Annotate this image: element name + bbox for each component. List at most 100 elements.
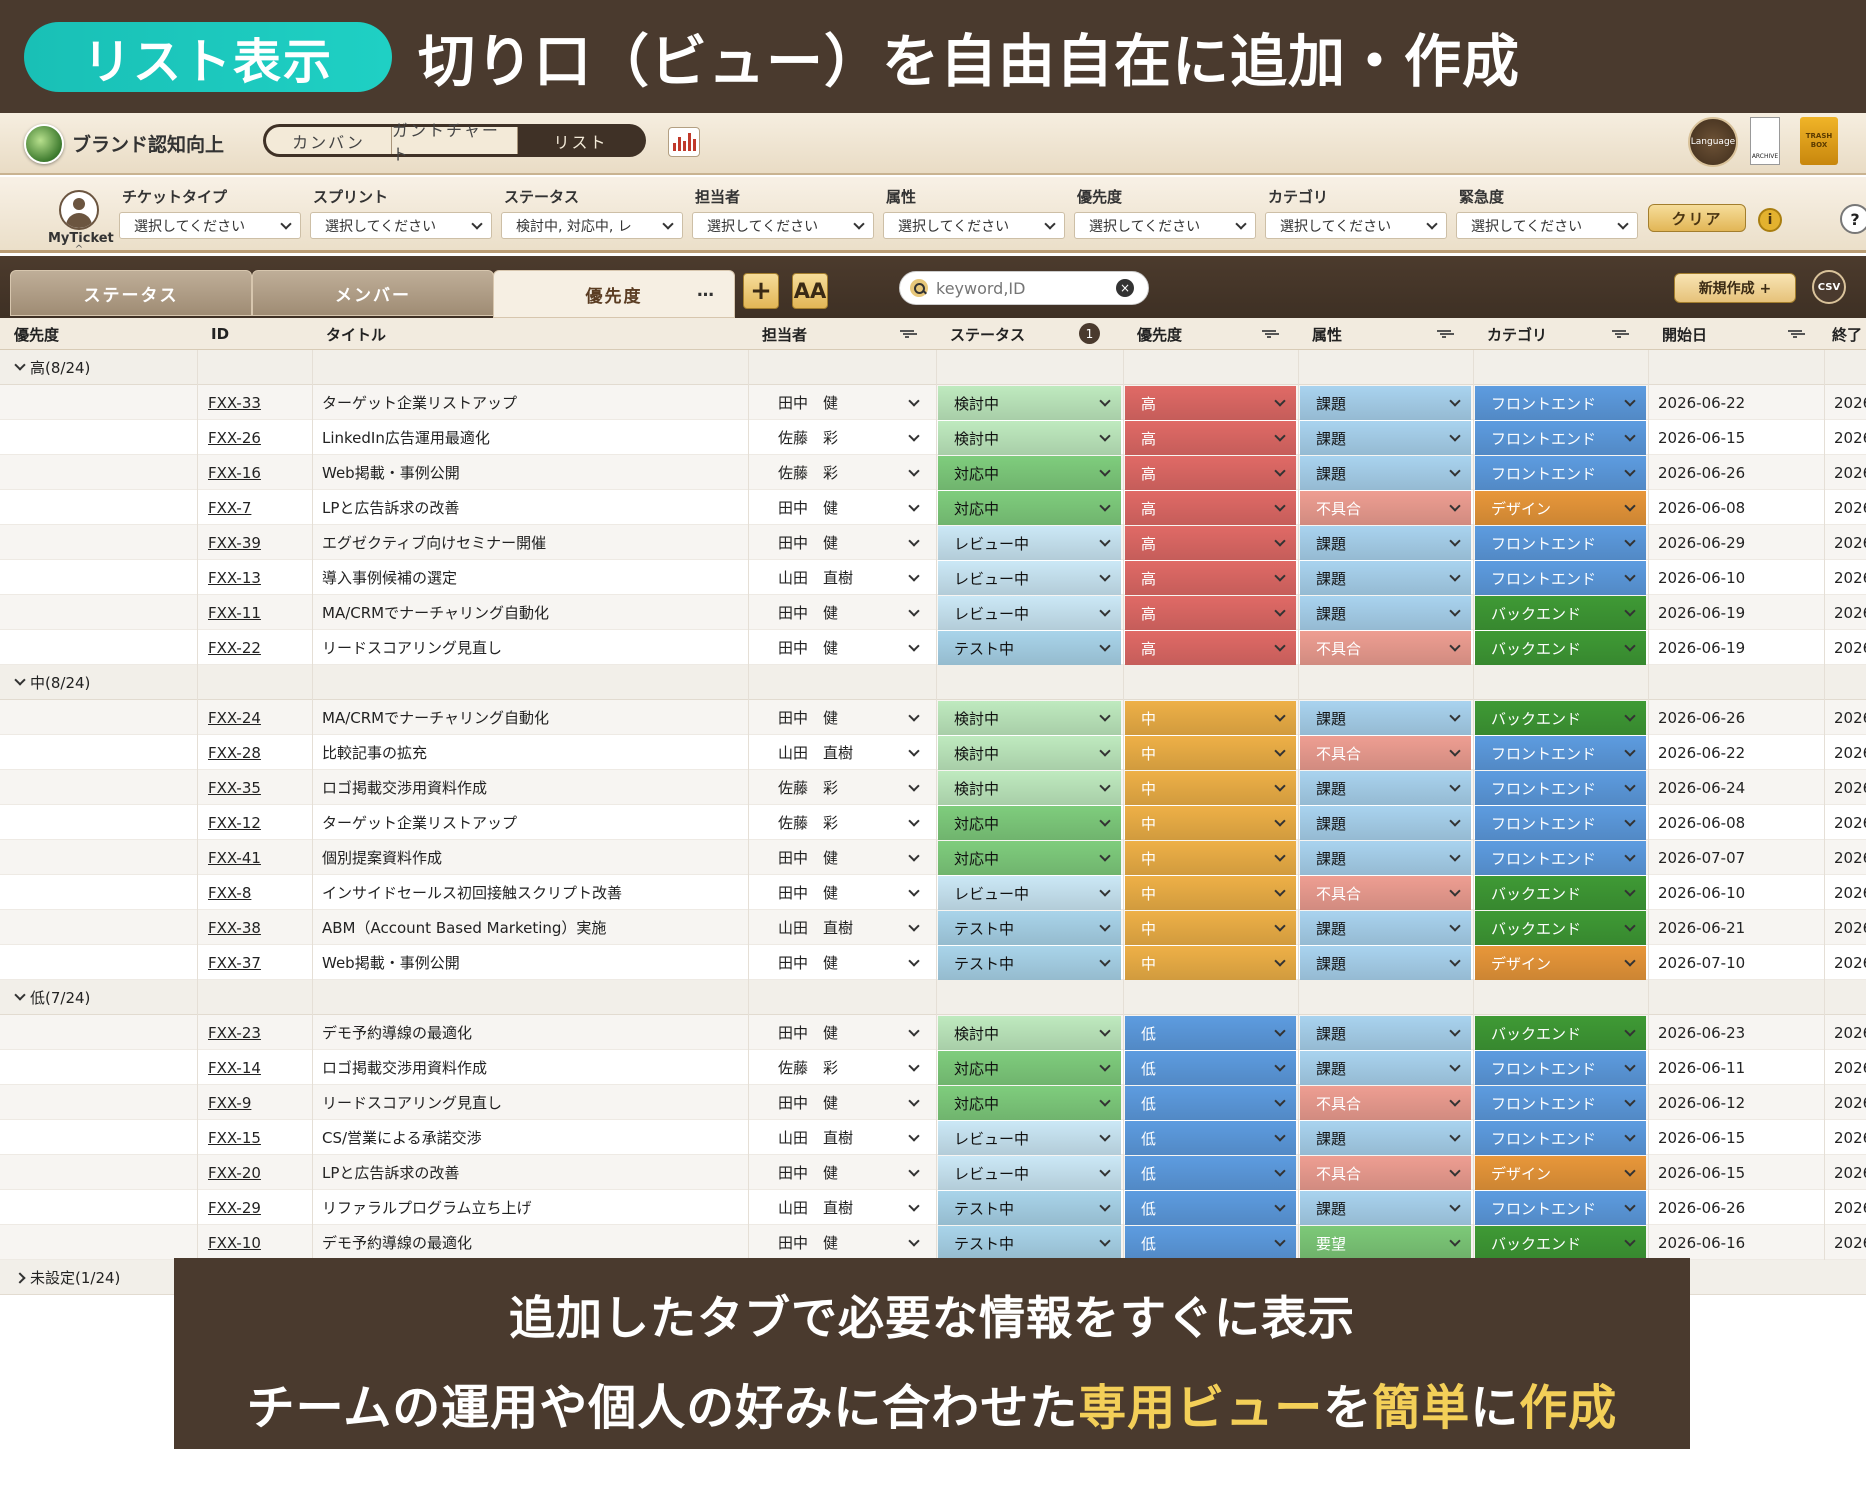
- priority-select[interactable]: 高: [1125, 631, 1296, 665]
- category-select[interactable]: デザイン: [1475, 946, 1646, 980]
- status-select[interactable]: レビュー中: [938, 876, 1121, 910]
- table-row[interactable]: FXX-12 ターゲット企業リストアップ 佐藤 彩 対応中 中 課題 フロントエンド 2026…: [0, 805, 1866, 840]
- category-select[interactable]: フロントエンド: [1475, 806, 1646, 840]
- language-globe-icon[interactable]: Language: [1688, 117, 1738, 167]
- assignee-select[interactable]: 田中 健: [750, 1155, 936, 1190]
- table-row[interactable]: FXX-11 MA/CRMでナーチャリング自動化 田中 健 レビュー中 高 課題 バックエン…: [0, 595, 1866, 630]
- priority-select[interactable]: 中: [1125, 911, 1296, 945]
- ticket-id-link[interactable]: FXX-11: [208, 595, 261, 630]
- new-ticket-button[interactable]: 新規作成 +: [1674, 273, 1796, 303]
- assignee-select[interactable]: 田中 健: [750, 700, 936, 735]
- my-ticket-button[interactable]: MyTicket ^: [48, 190, 114, 255]
- start-date[interactable]: 2026-06-10: [1648, 875, 1745, 910]
- status-select[interactable]: レビュー中: [938, 1121, 1121, 1155]
- category-select[interactable]: バックエンド: [1475, 1016, 1646, 1050]
- priority-select[interactable]: 低: [1125, 1226, 1296, 1260]
- group-tab-2[interactable]: 優先度…: [493, 270, 735, 318]
- end-date[interactable]: 2026: [1824, 875, 1866, 910]
- table-row[interactable]: FXX-39 エグゼクティブ向けセミナー開催 田中 健 レビュー中 高 課題 フロントエンド…: [0, 525, 1866, 560]
- more-icon[interactable]: …: [697, 281, 716, 301]
- attribute-select[interactable]: 不具合: [1300, 1156, 1471, 1190]
- priority-select[interactable]: 低: [1125, 1016, 1296, 1050]
- attribute-select[interactable]: 課題: [1300, 1121, 1471, 1155]
- category-select[interactable]: デザイン: [1475, 491, 1646, 525]
- start-date[interactable]: 2026-06-19: [1648, 630, 1745, 665]
- attribute-select[interactable]: 課題: [1300, 841, 1471, 875]
- info-icon[interactable]: i: [1758, 208, 1782, 232]
- attribute-select[interactable]: 課題: [1300, 701, 1471, 735]
- assignee-select[interactable]: 田中 健: [750, 945, 936, 980]
- ticket-title[interactable]: デモ予約導線の最適化: [322, 1015, 472, 1050]
- attribute-select[interactable]: 不具合: [1300, 876, 1471, 910]
- attribute-select[interactable]: 課題: [1300, 526, 1471, 560]
- assignee-select[interactable]: 田中 健: [750, 1085, 936, 1120]
- end-date[interactable]: 2026: [1824, 1190, 1866, 1225]
- end-date[interactable]: 2026: [1824, 945, 1866, 980]
- filter-select[interactable]: 選択してください: [310, 212, 492, 239]
- end-date[interactable]: 2026: [1824, 1225, 1866, 1260]
- ticket-title[interactable]: LinkedIn広告運用最適化: [322, 420, 490, 455]
- category-select[interactable]: フロントエンド: [1475, 841, 1646, 875]
- end-date[interactable]: 2026: [1824, 910, 1866, 945]
- priority-select[interactable]: 中: [1125, 736, 1296, 770]
- assignee-select[interactable]: 田中 健: [750, 875, 936, 910]
- table-row[interactable]: FXX-33 ターゲット企業リストアップ 田中 健 検討中 高 課題 フロントエンド 2026…: [0, 385, 1866, 420]
- ticket-id-link[interactable]: FXX-13: [208, 560, 261, 595]
- end-date[interactable]: 2026: [1824, 735, 1866, 770]
- assignee-select[interactable]: 山田 直樹: [750, 735, 936, 770]
- category-select[interactable]: バックエンド: [1475, 911, 1646, 945]
- end-date[interactable]: 2026: [1824, 630, 1866, 665]
- clear-filters-button[interactable]: クリア: [1648, 204, 1746, 232]
- group-toggle[interactable]: 未設定(1/24): [14, 1260, 120, 1295]
- attribute-select[interactable]: 課題: [1300, 561, 1471, 595]
- category-select[interactable]: フロントエンド: [1475, 456, 1646, 490]
- category-select[interactable]: フロントエンド: [1475, 1086, 1646, 1120]
- ticket-title[interactable]: CS/営業による承諾交渉: [322, 1120, 482, 1155]
- assignee-select[interactable]: 山田 直樹: [750, 1190, 936, 1225]
- end-date[interactable]: 2026: [1824, 455, 1866, 490]
- category-select[interactable]: フロントエンド: [1475, 1121, 1646, 1155]
- ticket-id-link[interactable]: FXX-23: [208, 1015, 261, 1050]
- table-row[interactable]: FXX-26 LinkedIn広告運用最適化 佐藤 彩 検討中 高 課題 フロントエンド 20…: [0, 420, 1866, 455]
- ticket-title[interactable]: インサイドセールス初回接触スクリプト改善: [322, 875, 622, 910]
- assignee-select[interactable]: 山田 直樹: [750, 1120, 936, 1155]
- chart-icon[interactable]: [668, 127, 700, 157]
- category-select[interactable]: フロントエンド: [1475, 421, 1646, 455]
- priority-select[interactable]: 高: [1125, 386, 1296, 420]
- attribute-select[interactable]: 不具合: [1300, 1086, 1471, 1120]
- assignee-select[interactable]: 田中 健: [750, 525, 936, 560]
- ticket-title[interactable]: LPと広告訴求の改善: [322, 1155, 459, 1190]
- category-select[interactable]: フロントエンド: [1475, 1051, 1646, 1085]
- ticket-title[interactable]: リードスコアリング見直し: [322, 1085, 502, 1120]
- assignee-select[interactable]: 田中 健: [750, 840, 936, 875]
- start-date[interactable]: 2026-07-07: [1648, 840, 1745, 875]
- end-date[interactable]: 2026: [1824, 805, 1866, 840]
- table-row[interactable]: FXX-37 Web掲載・事例公開 田中 健 テスト中 中 課題 デザイン 2026-07-1…: [0, 945, 1866, 980]
- ticket-title[interactable]: Web掲載・事例公開: [322, 945, 460, 980]
- ticket-title[interactable]: ロゴ掲載交渉用資料作成: [322, 1050, 487, 1085]
- clear-search-icon[interactable]: ×: [1116, 279, 1134, 297]
- attribute-select[interactable]: 課題: [1300, 421, 1471, 455]
- ticket-title[interactable]: エグゼクティブ向けセミナー開催: [322, 525, 546, 560]
- start-date[interactable]: 2026-06-26: [1648, 700, 1745, 735]
- group-toggle[interactable]: 中(8/24): [14, 665, 90, 700]
- filter-select[interactable]: 選択してください: [883, 212, 1065, 239]
- priority-select[interactable]: 中: [1125, 806, 1296, 840]
- priority-select[interactable]: 高: [1125, 561, 1296, 595]
- end-date[interactable]: 2026: [1824, 1050, 1866, 1085]
- start-date[interactable]: 2026-06-21: [1648, 910, 1745, 945]
- archive-icon[interactable]: ARCHIVE: [1750, 117, 1780, 165]
- ticket-title[interactable]: リファラルプログラム立ち上げ: [322, 1190, 532, 1225]
- search-input[interactable]: [936, 278, 1116, 298]
- end-date[interactable]: 2026: [1824, 525, 1866, 560]
- start-date[interactable]: 2026-06-15: [1648, 1155, 1745, 1190]
- table-row[interactable]: FXX-24 MA/CRMでナーチャリング自動化 田中 健 検討中 中 課題 バックエンド 2…: [0, 700, 1866, 735]
- group-toggle[interactable]: 低(7/24): [14, 980, 90, 1015]
- group-header[interactable]: 中(8/24): [0, 665, 1866, 700]
- table-row[interactable]: FXX-35 ロゴ掲載交渉用資料作成 佐藤 彩 検討中 中 課題 フロントエンド 2026-0…: [0, 770, 1866, 805]
- priority-select[interactable]: 高: [1125, 596, 1296, 630]
- category-select[interactable]: フロントエンド: [1475, 771, 1646, 805]
- start-date[interactable]: 2026-06-22: [1648, 385, 1745, 420]
- end-date[interactable]: 2026: [1824, 595, 1866, 630]
- attribute-select[interactable]: 課題: [1300, 386, 1471, 420]
